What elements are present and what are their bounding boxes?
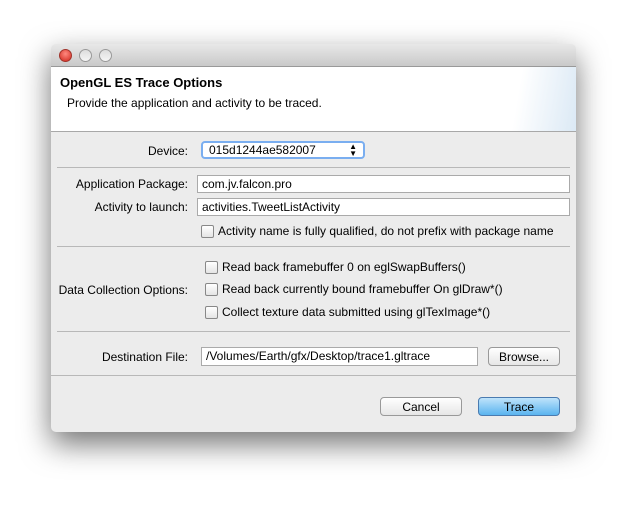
divider [57, 246, 570, 247]
activity-label: Activity to launch: [94, 200, 188, 214]
fully-qualified-label: Activity name is fully qualified, do not… [218, 224, 554, 238]
read-bound-framebuffer-label: Read back currently bound framebuffer On… [222, 282, 503, 296]
updown-arrows-icon: ▲ ▼ [349, 142, 357, 158]
dialog-subtitle: Provide the application and activity to … [67, 96, 322, 110]
close-button[interactable] [59, 49, 72, 62]
browse-button[interactable]: Browse... [488, 347, 560, 366]
divider [57, 331, 570, 332]
fully-qualified-checkbox[interactable] [201, 225, 214, 238]
minimize-button[interactable] [79, 49, 92, 62]
dialog-header: OpenGL ES Trace Options Provide the appl… [51, 67, 576, 132]
activity-input[interactable]: activities.TweetListActivity [197, 198, 570, 216]
app-package-label: Application Package: [75, 177, 188, 191]
data-collection-label: Data Collection Options: [58, 283, 188, 297]
divider [51, 375, 576, 376]
collect-texture-checkbox[interactable] [205, 306, 218, 319]
dialog-title: OpenGL ES Trace Options [60, 75, 223, 90]
cancel-button[interactable]: Cancel [380, 397, 462, 416]
trace-button[interactable]: Trace [478, 397, 560, 416]
read-framebuffer0-label: Read back framebuffer 0 on eglSwapBuffer… [222, 260, 466, 274]
destination-input[interactable]: /Volumes/Earth/gfx/Desktop/trace1.gltrac… [201, 347, 478, 366]
read-bound-framebuffer-checkbox[interactable] [205, 283, 218, 296]
title-bar [51, 44, 576, 67]
zoom-button[interactable] [99, 49, 112, 62]
app-package-input[interactable]: com.jv.falcon.pro [197, 175, 570, 193]
device-label: Device: [147, 144, 188, 158]
read-framebuffer0-checkbox[interactable] [205, 261, 218, 274]
destination-label: Destination File: [101, 350, 188, 364]
divider [57, 167, 570, 168]
collect-texture-label: Collect texture data submitted using glT… [222, 305, 491, 319]
trace-options-dialog: OpenGL ES Trace Options Provide the appl… [51, 44, 576, 432]
device-value: 015d1244ae582007 [209, 143, 316, 157]
device-select[interactable]: 015d1244ae582007 ▲ ▼ [201, 141, 365, 159]
